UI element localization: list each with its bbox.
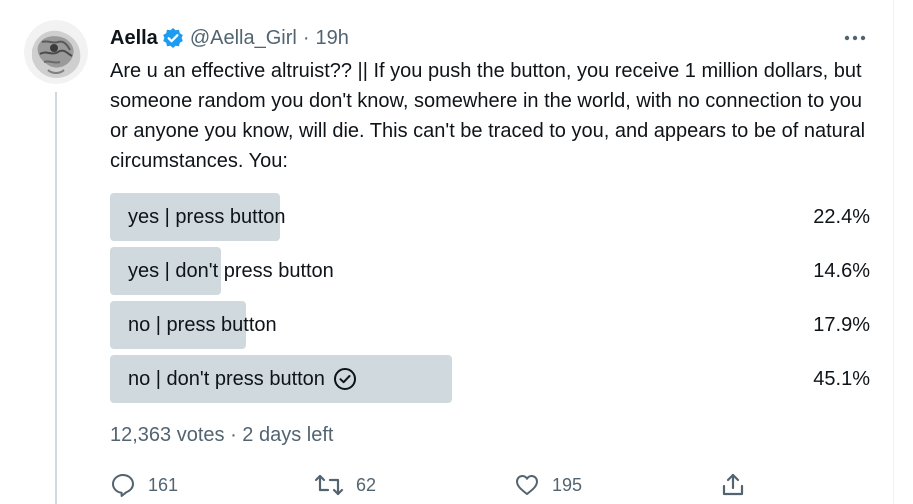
retweet-count: 62 bbox=[356, 474, 377, 495]
poll-votes-status: 12,363 votes · 2 days left bbox=[110, 424, 334, 446]
poll-option-label: yes | press button bbox=[128, 193, 286, 241]
poll-option[interactable]: yes | don't press button 14.6% bbox=[110, 247, 870, 295]
poll-option-percent: 45.1% bbox=[813, 367, 870, 390]
retweet-icon bbox=[314, 472, 344, 498]
timeline-border bbox=[893, 0, 894, 504]
poll-option-label: no | don't press button bbox=[128, 355, 357, 403]
tweet-header: Aella @Aella_Girl · 19h bbox=[110, 24, 349, 52]
like-button[interactable]: 195 bbox=[514, 468, 582, 502]
poll-option-text: no | don't press button bbox=[128, 367, 325, 390]
reply-count: 161 bbox=[148, 474, 179, 495]
check-circle-icon bbox=[333, 367, 357, 391]
poll-option-text: no | press button bbox=[128, 313, 277, 336]
poll-option-percent: 22.4% bbox=[813, 205, 870, 228]
tweet-text: Are u an effective altruist?? || If you … bbox=[110, 60, 866, 172]
poll-option-label: yes | don't press button bbox=[128, 247, 334, 295]
reply-icon bbox=[110, 472, 136, 498]
retweet-button[interactable]: 62 bbox=[314, 468, 376, 502]
poll-option-text: yes | don't press button bbox=[128, 259, 334, 282]
author-handle[interactable]: @Aella_Girl bbox=[190, 27, 297, 50]
poll-option[interactable]: no | press button 17.9% bbox=[110, 301, 870, 349]
timestamp[interactable]: 19h bbox=[316, 27, 349, 50]
author-name[interactable]: Aella bbox=[110, 27, 158, 50]
poll-option-percent: 17.9% bbox=[813, 313, 870, 336]
share-button[interactable] bbox=[720, 468, 746, 502]
poll-option-text: yes | press button bbox=[128, 205, 286, 228]
like-icon bbox=[514, 472, 540, 498]
poll-option-label: no | press button bbox=[128, 301, 277, 349]
avatar[interactable] bbox=[24, 20, 88, 84]
share-icon bbox=[720, 472, 746, 498]
reply-button[interactable]: 161 bbox=[110, 468, 178, 502]
thread-line bbox=[55, 92, 57, 504]
like-count: 195 bbox=[552, 474, 583, 495]
poll-option-percent: 14.6% bbox=[813, 259, 870, 282]
verified-badge-icon bbox=[162, 27, 184, 49]
more-icon[interactable] bbox=[838, 24, 872, 52]
poll-option[interactable]: yes | press button 22.4% bbox=[110, 193, 870, 241]
poll-option[interactable]: no | don't press button 45.1% bbox=[110, 355, 870, 403]
header-separator: · bbox=[302, 26, 310, 49]
